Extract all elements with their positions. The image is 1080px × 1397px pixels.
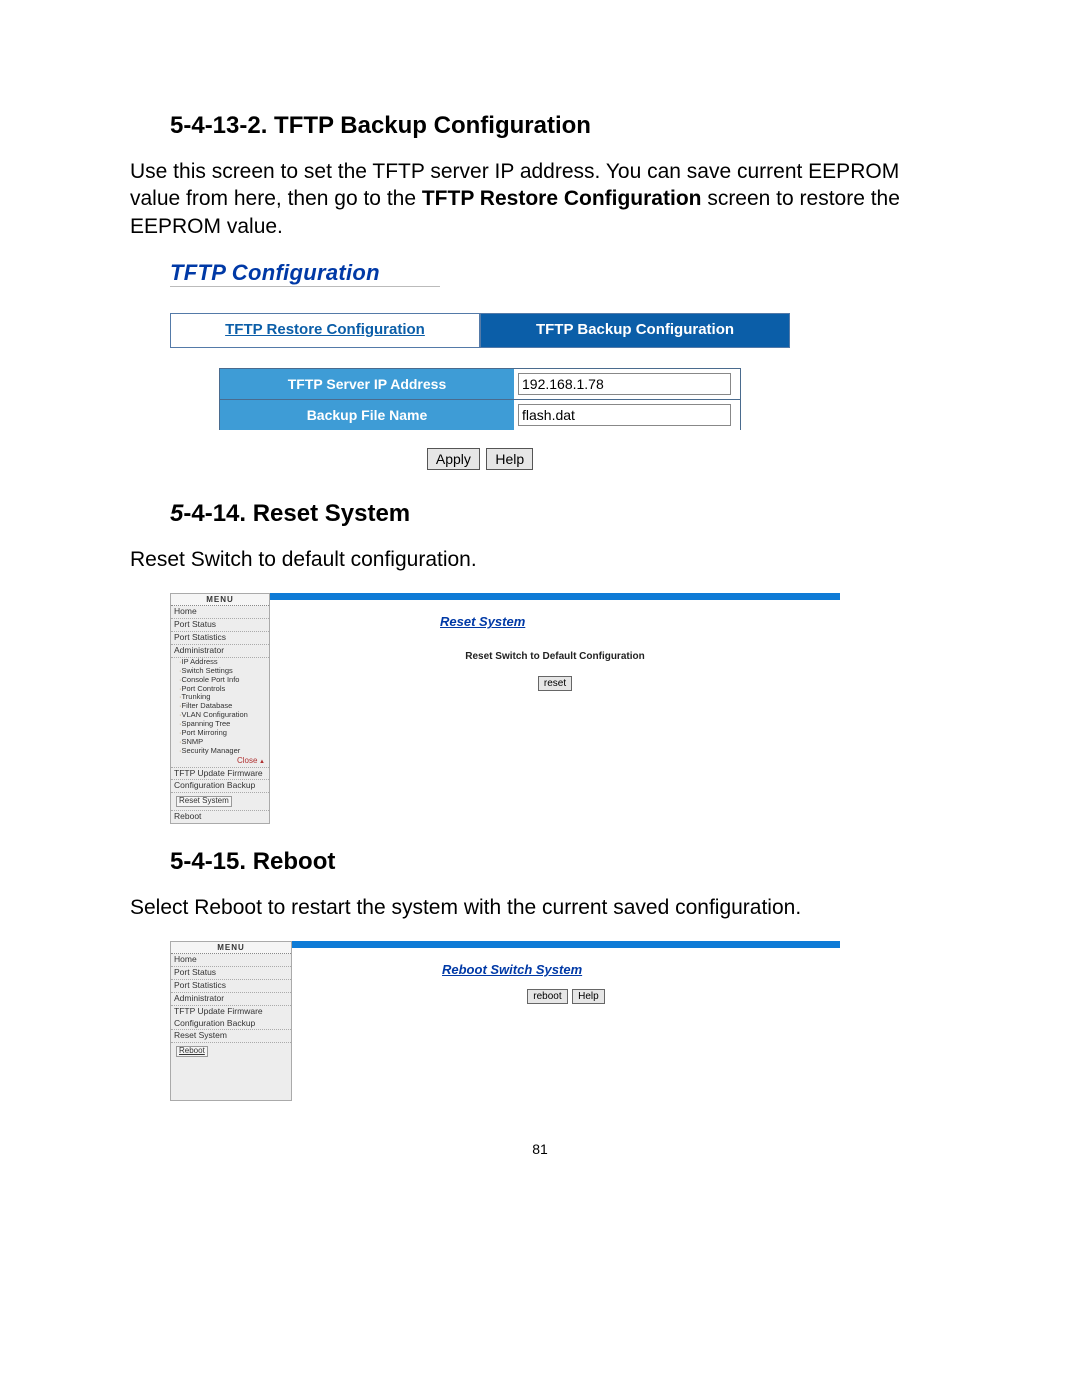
sidebar-item-port-statistics[interactable]: Port Statistics	[171, 632, 269, 645]
help-button[interactable]: Help	[486, 448, 533, 470]
tabs-row: TFTP Restore Configuration TFTP Backup C…	[170, 313, 790, 348]
reset-button[interactable]: reset	[538, 676, 572, 691]
para-tftp-strong: TFTP Restore Configuration	[422, 187, 702, 210]
sidebar-item-tftp-update[interactable]: TFTP Update Firmware	[171, 1006, 291, 1018]
close-link[interactable]: Close	[171, 756, 269, 768]
sidebar-item-home[interactable]: Home	[171, 954, 291, 967]
tab-tftp-restore[interactable]: TFTP Restore Configuration	[170, 313, 480, 348]
menu-header: MENU	[171, 942, 291, 954]
form-row-ip: TFTP Server IP Address	[219, 368, 741, 399]
input-backup-filename[interactable]	[518, 404, 731, 426]
tab-tftp-backup[interactable]: TFTP Backup Configuration	[480, 313, 790, 348]
label-backup-filename: Backup File Name	[220, 400, 514, 430]
screenshot-tftp-config: TFTP Configuration TFTP Restore Configur…	[170, 260, 790, 470]
heading-reboot: 5-4-15. Reboot	[170, 848, 950, 876]
sidebar-item-port-status[interactable]: Port Status	[171, 967, 291, 980]
panel2-instr: Reset Switch to Default Configuration	[270, 651, 840, 662]
sidebar-item-port-statistics[interactable]: Port Statistics	[171, 980, 291, 993]
form-row-filename: Backup File Name	[219, 399, 741, 430]
screenshot-reboot: MENU Home Port Status Port Statistics Ad…	[170, 941, 840, 1101]
page-number: 81	[130, 1141, 950, 1157]
heading-reset-rest: -4-14. Reset System	[183, 500, 410, 527]
sidebar-item-reboot[interactable]: Reboot	[176, 1046, 208, 1056]
sidebar-reset: MENU Home Port Status Port Statistics Ad…	[170, 593, 270, 823]
sidebar-item-reboot[interactable]: Reboot	[171, 811, 269, 823]
heading-reset-prefix: 5	[170, 500, 183, 527]
topbar	[292, 941, 840, 948]
para-reset: Reset Switch to default configuration.	[130, 546, 950, 573]
help-button[interactable]: Help	[572, 989, 605, 1004]
heading-tftp-backup: 5-4-13-2. TFTP Backup Configuration	[170, 112, 950, 140]
sidebar-item-port-status[interactable]: Port Status	[171, 619, 269, 632]
para-tftp-backup: Use this screen to set the TFTP server I…	[130, 158, 950, 240]
sidebar-item-reset-system[interactable]: Reset System	[171, 1030, 291, 1043]
panel2-title: Reset System	[440, 614, 575, 629]
sidebar-item-home[interactable]: Home	[171, 606, 269, 619]
screenshot-reset-system: MENU Home Port Status Port Statistics Ad…	[170, 593, 840, 823]
label-ip-address: TFTP Server IP Address	[220, 369, 514, 399]
menu-header: MENU	[171, 594, 269, 606]
panel1-title: TFTP Configuration	[170, 260, 440, 287]
apply-button[interactable]: Apply	[427, 448, 480, 470]
sub-security-manager[interactable]: Security Manager	[171, 747, 269, 756]
sidebar-item-config-backup[interactable]: Configuration Backup	[171, 780, 269, 793]
para-reboot: Select Reboot to restart the system with…	[130, 894, 950, 921]
reboot-button[interactable]: reboot	[527, 989, 567, 1004]
sidebar-item-config-backup[interactable]: Configuration Backup	[171, 1018, 291, 1031]
topbar	[270, 593, 840, 600]
heading-reset-system: 5-4-14. Reset System	[170, 500, 950, 528]
sidebar-item-administrator[interactable]: Administrator	[171, 993, 291, 1006]
sidebar-item-reset-system[interactable]: Reset System	[176, 796, 232, 806]
sidebar-item-administrator[interactable]: Administrator	[171, 645, 269, 658]
sidebar-reboot: MENU Home Port Status Port Statistics Ad…	[170, 941, 292, 1101]
sidebar-item-tftp-update[interactable]: TFTP Update Firmware	[171, 768, 269, 781]
input-ip-address[interactable]	[518, 373, 731, 395]
panel3-title: Reboot Switch System	[442, 962, 632, 977]
